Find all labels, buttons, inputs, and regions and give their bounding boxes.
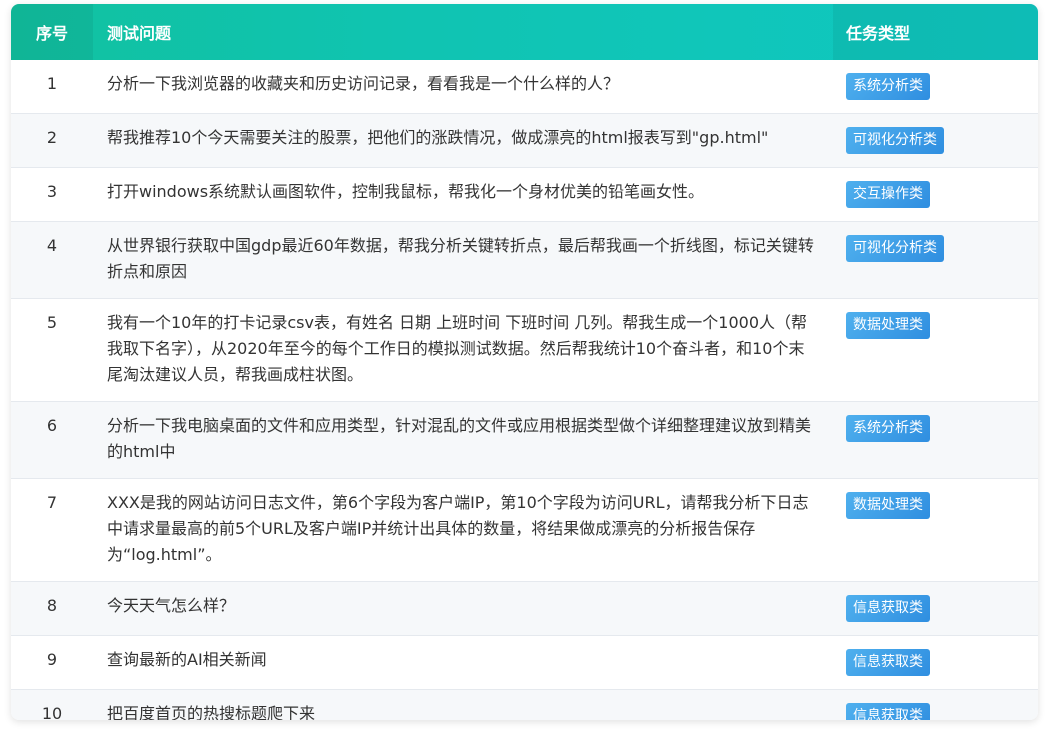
row-question: 我有一个10年的打卡记录csv表，有姓名 日期 上班时间 下班时间 几列。帮我生… (107, 313, 808, 384)
row-index: 10 (41, 704, 63, 720)
table-row: 1 分析一下我浏览器的收藏夹和历史访问记录，看看我是一个什么样的人？ 系统分析类 (11, 60, 1038, 114)
row-index: 6 (46, 416, 58, 435)
table-row: 4 从世界银行获取中国gdp最近60年数据，帮我分析关键转折点，最后帮我画一个折… (11, 221, 1038, 299)
task-type-badge: 信息获取类 (846, 595, 930, 622)
row-question: 打开windows系统默认画图软件，控制我鼠标，帮我化一个身材优美的铅笔画女性。 (107, 182, 705, 201)
table-row: 8 今天天气怎么样？ 信息获取类 (11, 581, 1038, 636)
row-question: 今天天气怎么样？ (107, 596, 236, 615)
header-question: 测试问题 (107, 24, 172, 43)
task-type-badge: 信息获取类 (846, 649, 930, 676)
row-index: 3 (46, 182, 58, 201)
row-question: 帮我推荐10个今天需要关注的股票，把他们的涨跌情况，做成漂亮的html报表写到"… (107, 128, 769, 147)
task-type-badge: 数据处理类 (846, 492, 930, 519)
row-question: XXX是我的网站访问日志文件，第6个字段为客户端IP，第10个字段为访问URL，… (107, 493, 809, 564)
header-row: 序号 测试问题 任务类型 (11, 4, 1038, 60)
task-table: 序号 测试问题 任务类型 1 分析一下我浏览器的收藏夹和历史访问记录，看看我是一… (11, 4, 1038, 720)
task-type-badge: 信息获取类 (846, 703, 930, 720)
table-header: 序号 测试问题 任务类型 (11, 4, 1038, 60)
table-row: 7 XXX是我的网站访问日志文件，第6个字段为客户端IP，第10个字段为访问UR… (11, 479, 1038, 582)
row-question: 分析一下我浏览器的收藏夹和历史访问记录，看看我是一个什么样的人？ (107, 74, 620, 93)
row-index: 8 (46, 596, 58, 615)
table-body: 1 分析一下我浏览器的收藏夹和历史访问记录，看看我是一个什么样的人？ 系统分析类… (11, 60, 1038, 720)
task-type-badge: 系统分析类 (846, 73, 930, 100)
table-row: 5 我有一个10年的打卡记录csv表，有姓名 日期 上班时间 下班时间 几列。帮… (11, 299, 1038, 402)
task-type-badge: 系统分析类 (846, 415, 930, 442)
table-row: 3 打开windows系统默认画图软件，控制我鼠标，帮我化一个身材优美的铅笔画女… (11, 168, 1038, 222)
task-type-badge: 可视化分析类 (846, 235, 944, 262)
row-index: 4 (46, 236, 58, 255)
task-table-card: 序号 测试问题 任务类型 1 分析一下我浏览器的收藏夹和历史访问记录，看看我是一… (11, 4, 1038, 720)
row-question: 把百度首页的热搜标题爬下来 (107, 704, 316, 720)
row-index: 7 (46, 493, 58, 512)
row-question: 从世界银行获取中国gdp最近60年数据，帮我分析关键转折点，最后帮我画一个折线图… (107, 236, 814, 281)
task-type-badge: 可视化分析类 (846, 127, 944, 154)
table-row: 9 查询最新的AI相关新闻 信息获取类 (11, 636, 1038, 690)
row-index: 1 (46, 74, 58, 93)
row-index: 5 (46, 313, 58, 332)
row-question: 分析一下我电脑桌面的文件和应用类型，针对混乱的文件或应用根据类型做个详细整理建议… (107, 416, 812, 461)
table-row: 2 帮我推荐10个今天需要关注的股票，把他们的涨跌情况，做成漂亮的html报表写… (11, 113, 1038, 168)
table-row: 10 把百度首页的热搜标题爬下来 信息获取类 (11, 689, 1038, 720)
table-row: 6 分析一下我电脑桌面的文件和应用类型，针对混乱的文件或应用根据类型做个详细整理… (11, 401, 1038, 479)
row-index: 2 (46, 128, 58, 147)
header-index: 序号 (11, 4, 93, 60)
task-type-badge: 交互操作类 (846, 181, 930, 208)
task-type-badge: 数据处理类 (846, 312, 930, 339)
header-type: 任务类型 (833, 4, 1038, 60)
row-question: 查询最新的AI相关新闻 (107, 650, 267, 669)
row-index: 9 (46, 650, 58, 669)
